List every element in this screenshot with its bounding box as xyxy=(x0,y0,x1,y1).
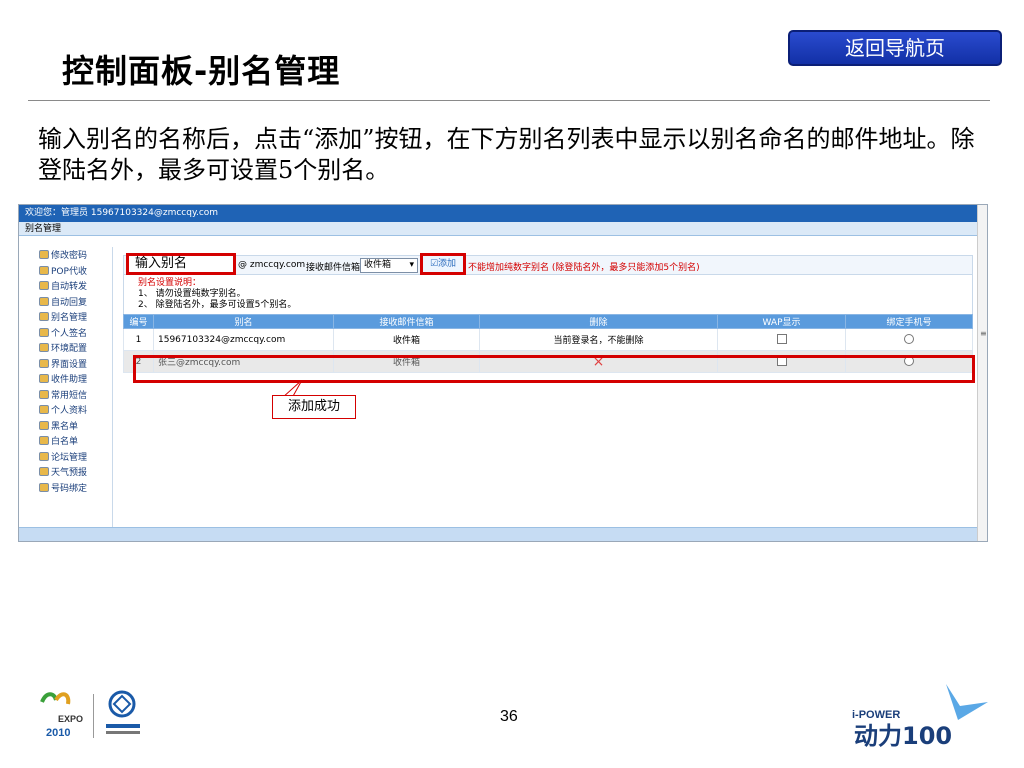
mail-screenshot: 欢迎您：管理员 15967103324@zmccqy.com 别名管理 修改密码… xyxy=(18,204,988,542)
receive-box-select[interactable]: 收件箱 ▾ xyxy=(360,258,418,273)
success-callout: 添加成功 xyxy=(272,395,356,419)
scrollbar[interactable]: ≡ xyxy=(977,205,987,541)
alias-warning: 不能增加纯数字别名 (除登陆名外，最多只能添加5个别名) xyxy=(468,263,700,273)
forum-icon xyxy=(39,451,49,461)
sidebar-item-weather[interactable]: 天气预报 xyxy=(27,464,112,480)
domain-label: @ zmccqy.com xyxy=(238,260,306,270)
col-wap: WAP显示 xyxy=(717,314,846,329)
reply-icon xyxy=(39,296,49,306)
sidebar-item-autoreply[interactable]: 自动回复 xyxy=(27,294,112,310)
col-box: 接收邮件信箱 xyxy=(333,314,480,329)
back-to-nav-button[interactable]: 返回导航页 xyxy=(788,30,1002,66)
sidebar-item-phone-binding[interactable]: 号码绑定 xyxy=(27,480,112,496)
scroll-grip-icon: ≡ xyxy=(980,329,987,338)
table-header: 编号 别名 接收邮件信箱 删除 WAP显示 绑定手机号 xyxy=(123,314,973,329)
chevron-down-icon: ▾ xyxy=(409,260,414,270)
page-number: 36 xyxy=(500,708,518,725)
sidebar-item-signature[interactable]: 个人签名 xyxy=(27,325,112,341)
col-no: 编号 xyxy=(123,314,154,329)
sidebar-item-alias[interactable]: 别名管理 xyxy=(27,309,112,325)
title-divider xyxy=(28,100,990,101)
page-title: 控制面板-别名管理 xyxy=(62,52,341,90)
sidebar-item-forum[interactable]: 论坛管理 xyxy=(27,449,112,465)
sidebar-item-change-password[interactable]: 修改密码 xyxy=(27,247,112,263)
sidebar-item-profile[interactable]: 个人资料 xyxy=(27,402,112,418)
sidebar-item-sms[interactable]: 常用短信 xyxy=(27,387,112,403)
note-2: 2、 除登陆名外，最多可设置5个别名。 xyxy=(138,300,297,310)
add-alias-row: 输入别名 @ zmccqy.com 接收邮件信箱 收件箱 ▾ ☑添加 不能增加纯… xyxy=(123,253,973,275)
add-icon: ☑ xyxy=(429,259,439,269)
sidebar-item-inbox-assistant[interactable]: 收件助理 xyxy=(27,371,112,387)
alias-input[interactable]: 输入别名 xyxy=(126,253,236,275)
note-1: 1、 请勿设置纯数字别名。 xyxy=(138,289,246,299)
sidebar-item-whitelist[interactable]: 白名单 xyxy=(27,433,112,449)
welcome-bar: 欢迎您：管理员 15967103324@zmccqy.com xyxy=(19,205,987,222)
sidebar-item-interface[interactable]: 界面设置 xyxy=(27,356,112,372)
col-phone: 绑定手机号 xyxy=(845,314,973,329)
signature-icon xyxy=(39,327,49,337)
i-power-logo-icon: i-POWER 动力100 xyxy=(852,684,988,750)
alias-icon xyxy=(39,312,49,322)
blacklist-icon xyxy=(39,420,49,430)
sidebar-item-forward[interactable]: 自动转发 xyxy=(27,278,112,294)
col-alias: 别名 xyxy=(153,314,334,329)
sun-icon xyxy=(39,467,49,477)
sidebar-item-environment[interactable]: 环境配置 xyxy=(27,340,112,356)
whitelist-icon xyxy=(39,436,49,446)
sidebar-item-blacklist[interactable]: 黑名单 xyxy=(27,418,112,434)
interface-icon xyxy=(39,358,49,368)
svg-text:EXPO: EXPO xyxy=(58,714,83,724)
phone-radio[interactable] xyxy=(904,334,914,345)
section-bar: 别名管理 xyxy=(19,222,987,236)
expo-2010-logo-icon: EXPO 2010 xyxy=(40,692,83,739)
logo-divider xyxy=(93,694,94,738)
notes-title: 别名设置说明： xyxy=(138,278,202,288)
pop-icon xyxy=(39,265,49,275)
key-icon xyxy=(39,250,49,260)
forward-icon xyxy=(39,281,49,291)
table-row: 1 15967103324@zmccqy.com 收件箱 当前登录名，不能删除 xyxy=(123,328,973,351)
sms-icon xyxy=(39,389,49,399)
assistant-icon xyxy=(39,374,49,384)
add-button[interactable]: ☑添加 xyxy=(420,253,466,275)
svg-text:动力100: 动力100 xyxy=(854,722,952,750)
alias-notes: 别名设置说明： 1、 请勿设置纯数字别名。 2、 除登陆名外，最多可设置5个别名… xyxy=(123,275,973,314)
settings-icon xyxy=(39,343,49,353)
description-text: 输入别名的名称后，点击“添加”按钮，在下方别名列表中显示以别名命名的邮件地址。除… xyxy=(38,125,975,184)
col-delete: 删除 xyxy=(479,314,718,329)
sidebar: 修改密码 POP代收 自动转发 自动回复 别名管理 个人签名 环境配置 界面设置… xyxy=(27,247,113,527)
receive-box-label: 接收邮件信箱 xyxy=(306,263,361,273)
wap-checkbox[interactable] xyxy=(776,334,787,345)
new-row-highlight xyxy=(133,355,975,383)
key-icon xyxy=(39,482,49,492)
china-mobile-logo-icon xyxy=(106,690,140,734)
sidebar-item-pop[interactable]: POP代收 xyxy=(27,263,112,279)
screenshot-footer-bar xyxy=(19,527,979,541)
svg-text:2010: 2010 xyxy=(46,727,70,739)
svg-text:i-POWER: i-POWER xyxy=(852,709,900,721)
profile-icon xyxy=(39,405,49,415)
